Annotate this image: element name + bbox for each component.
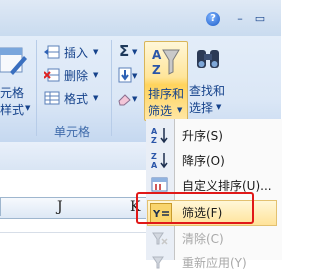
- reapply-icon: [152, 256, 164, 269]
- fill-button[interactable]: ▼: [117, 67, 141, 85]
- eraser-icon: [118, 94, 131, 106]
- sort-ascending-label: 升序(S): [182, 129, 223, 143]
- minimize-icon[interactable]: –: [232, 12, 248, 26]
- svg-text:A: A: [152, 48, 162, 62]
- group-separator: [36, 40, 37, 136]
- format-cells-icon: [44, 91, 60, 105]
- formula-bar-strip: [0, 142, 150, 171]
- insert-cells-icon: [44, 45, 60, 59]
- clear-label: 清除(C): [182, 232, 224, 246]
- sort-descending-label: 降序(O): [182, 154, 225, 168]
- chevron-down-icon: ▼: [177, 106, 183, 114]
- svg-text:A: A: [151, 127, 158, 136]
- help-icon[interactable]: ?: [206, 12, 220, 26]
- chevron-down-icon: ▼: [132, 72, 138, 80]
- cells-group-label: 单元格: [54, 125, 91, 139]
- annotation-highlight-box: [136, 192, 254, 224]
- chevron-down-icon: ▼: [93, 71, 99, 79]
- delete-label: 删除: [64, 69, 89, 83]
- binoculars-icon: [197, 50, 219, 68]
- sort-ascending-icon: A Z: [151, 127, 168, 144]
- group-separator: [111, 40, 112, 136]
- chevron-down-icon: ▼: [216, 103, 222, 111]
- autosum-button[interactable]: Σ ▼: [117, 42, 141, 61]
- svg-text:Z: Z: [152, 63, 161, 77]
- sigma-icon: Σ: [119, 42, 130, 60]
- cell-styles-button[interactable]: 元格 样式 ▼: [0, 40, 32, 117]
- chevron-down-icon: ▼: [132, 95, 138, 103]
- format-cells-button[interactable]: 格式 ▼: [44, 89, 104, 107]
- menu-item-sort-ascending[interactable]: A Z 升序(S): [147, 124, 281, 146]
- sort-filter-label-1: 排序和: [148, 87, 185, 101]
- reapply-label: 重新应用(Y): [182, 256, 247, 270]
- find-select-button[interactable]: 查找和 选择 ▼: [189, 44, 233, 120]
- menu-item-clear[interactable]: 清除(C): [147, 227, 281, 249]
- sort-filter-icon: A Z: [152, 48, 180, 77]
- delete-cells-icon: [44, 68, 60, 82]
- find-select-label-1: 查找和: [189, 84, 226, 98]
- chevron-down-icon: ▼: [132, 48, 138, 56]
- title-bar: ? – ▭: [0, 0, 281, 36]
- column-header-j[interactable]: J: [57, 199, 63, 215]
- clear-button[interactable]: ▼: [117, 90, 141, 108]
- column-header-row: [0, 197, 150, 219]
- svg-text:Z: Z: [151, 136, 157, 144]
- chevron-down-icon: ▼: [25, 104, 31, 112]
- menu-item-sort-descending[interactable]: Z A 降序(O): [147, 149, 281, 171]
- fill-down-icon: [118, 67, 132, 83]
- cell-styles-icon: [0, 47, 27, 75]
- clear-filter-icon: [152, 232, 168, 245]
- insert-label: 插入: [64, 46, 89, 60]
- sort-filter-button[interactable]: A Z 排序和 筛选 ▼: [144, 41, 188, 121]
- delete-cells-button[interactable]: 删除 ▼: [44, 66, 104, 84]
- find-select-label-2: 选择: [189, 101, 214, 115]
- chevron-down-icon: ▼: [93, 48, 99, 56]
- format-label: 格式: [64, 92, 89, 106]
- row-gridline: [0, 232, 150, 233]
- chevron-down-icon: ▼: [93, 94, 99, 102]
- svg-text:A: A: [151, 161, 158, 169]
- cell-styles-label-1: 元格: [0, 86, 25, 100]
- sort-filter-label-2: 筛选: [148, 104, 173, 118]
- menu-item-reapply[interactable]: 重新应用(Y): [147, 252, 281, 274]
- cell-styles-label-2: 样式: [0, 103, 25, 117]
- custom-sort-icon: [151, 177, 168, 192]
- insert-cells-button[interactable]: 插入 ▼: [44, 43, 104, 61]
- svg-text:Z: Z: [151, 152, 157, 161]
- sort-descending-icon: Z A: [151, 152, 168, 169]
- column-divider: [0, 198, 1, 216]
- restore-icon[interactable]: ▭: [252, 12, 268, 26]
